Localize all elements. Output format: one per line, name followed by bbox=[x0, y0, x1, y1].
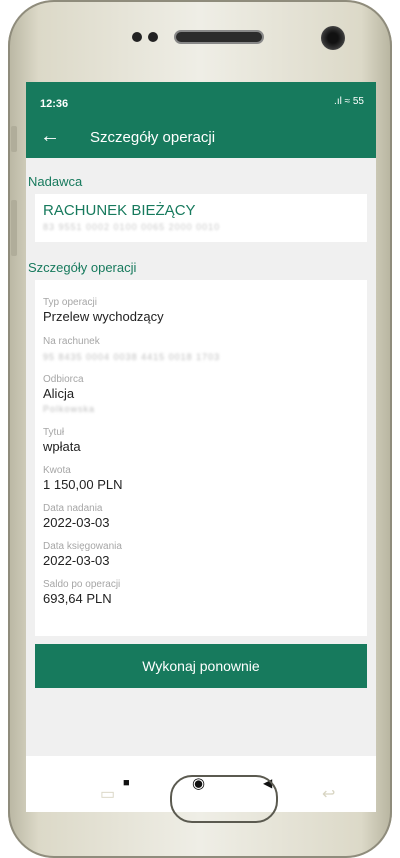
amount-label: Kwota bbox=[43, 465, 71, 476]
amount-value: 1 150,00 PLN bbox=[43, 477, 123, 492]
balance-label: Saldo po operacji bbox=[43, 579, 121, 590]
app-bar: 12:36 .ıl ≈ 55 ← Szczegóły operacji bbox=[26, 82, 376, 158]
recipient-label: Odbiorca bbox=[43, 374, 84, 385]
amount-field: Kwota 1 150,00 PLN bbox=[43, 465, 123, 493]
page-title: Szczegóły operacji bbox=[90, 129, 216, 146]
repeat-operation-button[interactable]: Wykonaj ponownie bbox=[35, 644, 367, 688]
volume-button bbox=[11, 126, 17, 152]
balance-field: Saldo po operacji 693,64 PLN bbox=[43, 579, 120, 607]
phone-screen: 12:36 .ıl ≈ 55 ← Szczegóły operacji Nada… bbox=[26, 82, 376, 812]
sender-card: RACHUNEK BIEŻĄCY 83 9551 0002 0100 0065 … bbox=[35, 194, 367, 242]
title-value: wpłata bbox=[43, 439, 81, 454]
recipient-field: Odbiorca Alicja Polkowska bbox=[43, 374, 95, 414]
details-section-label: Szczegóły operacji bbox=[28, 260, 137, 275]
type-label: Typ operacji bbox=[43, 297, 97, 308]
recipient-last: Polkowska bbox=[43, 404, 96, 414]
back-arrow-icon[interactable]: ← bbox=[40, 126, 60, 146]
booked-date-field: Data księgowania 2022-03-03 bbox=[43, 541, 122, 569]
recents-icon[interactable]: ■ bbox=[123, 777, 130, 789]
speaker-grille bbox=[174, 30, 264, 44]
sensor-dot bbox=[148, 32, 158, 42]
hardware-back-icon: ↩ bbox=[322, 786, 336, 803]
balance-value: 693,64 PLN bbox=[43, 591, 112, 606]
to-account-label: Na rachunek bbox=[43, 336, 100, 347]
type-value: Przelew wychodzący bbox=[43, 309, 164, 324]
volume-rocker bbox=[11, 200, 17, 256]
sent-date-field: Data nadania 2022-03-03 bbox=[43, 503, 110, 531]
phone-top bbox=[8, 0, 392, 78]
title-field: Tytuł wpłata bbox=[43, 427, 81, 455]
booked-date-value: 2022-03-03 bbox=[43, 553, 110, 568]
sender-account-number: 83 9551 0002 0100 0065 2000 0010 bbox=[43, 222, 221, 232]
sensor-dot bbox=[132, 32, 142, 42]
status-icons: .ıl ≈ 55 bbox=[334, 96, 364, 107]
camera-icon bbox=[321, 26, 345, 50]
hardware-recents-icon: ▭ bbox=[100, 786, 116, 803]
status-time: 12:36 bbox=[40, 98, 69, 110]
details-card: Typ operacji Przelew wychodzący Na rachu… bbox=[35, 280, 367, 636]
title-label: Tytuł bbox=[43, 427, 65, 438]
sender-account-name: RACHUNEK BIEŻĄCY bbox=[43, 202, 196, 219]
recipient-first: Alicja bbox=[43, 386, 75, 401]
booked-date-label: Data księgowania bbox=[43, 541, 122, 552]
to-account-value: 95 8435 0004 0038 4415 0018 1703 bbox=[43, 352, 221, 362]
sent-date-label: Data nadania bbox=[43, 503, 103, 514]
hardware-home-button[interactable] bbox=[170, 775, 278, 823]
sent-date-value: 2022-03-03 bbox=[43, 515, 110, 530]
type-field: Typ operacji Przelew wychodzący bbox=[43, 297, 164, 325]
sender-section-label: Nadawca bbox=[28, 174, 83, 189]
to-account-field: Na rachunek 95 8435 0004 0038 4415 0018 … bbox=[43, 336, 220, 362]
